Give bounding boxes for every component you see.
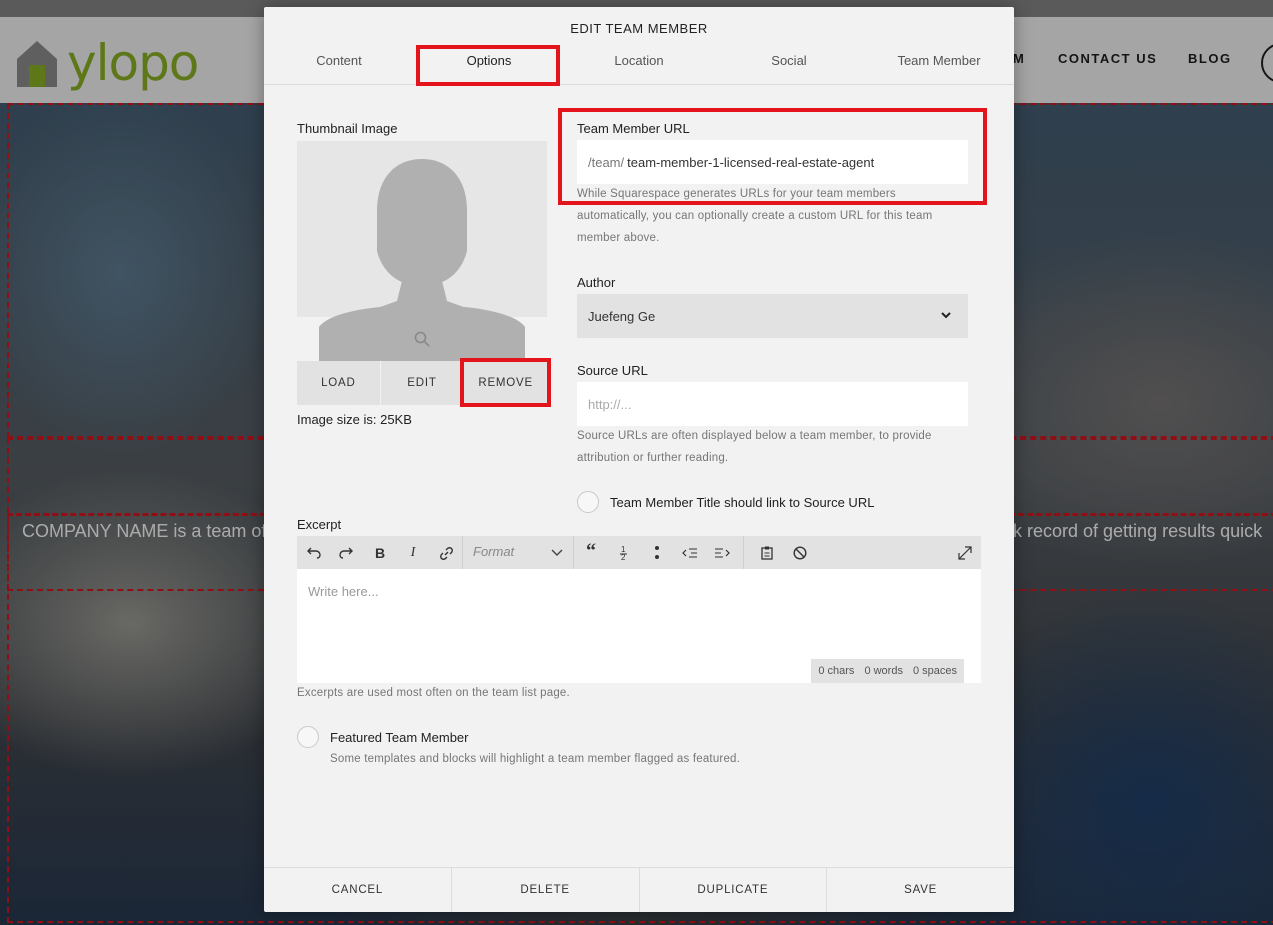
bold-icon[interactable]: B — [371, 544, 389, 562]
person-silhouette-icon — [352, 159, 492, 317]
source-url-help-text: Source URLs are often displayed below a … — [577, 430, 932, 464]
excerpt-editor[interactable]: Write here... 0 chars 0 words 0 spaces — [297, 569, 981, 683]
chevron-down-icon — [941, 312, 951, 319]
tab-location[interactable]: Location — [564, 53, 714, 69]
source-url-input[interactable]: http://... — [577, 382, 968, 426]
featured-help-text: Some templates and blocks will highlight… — [330, 753, 741, 765]
expand-fullscreen-icon[interactable] — [956, 544, 974, 562]
undo-icon[interactable] — [305, 544, 323, 562]
tab-bar: Content Options Location Social Team Mem… — [264, 53, 1014, 85]
toolbar-separator — [462, 536, 463, 569]
thumbnail-preview[interactable] — [297, 141, 547, 317]
url-help-text: While Squarespace generates URLs for you… — [577, 188, 933, 244]
author-select[interactable]: Juefeng Ge — [577, 294, 968, 338]
duplicate-button[interactable]: DUPLICATE — [640, 868, 828, 912]
link-to-source-label: Team Member Title should link to Source … — [610, 495, 875, 510]
paste-clipboard-icon[interactable] — [758, 544, 776, 562]
load-button[interactable]: LOAD — [297, 361, 381, 405]
author-value: Juefeng Ge — [588, 308, 656, 324]
format-dropdown-label[interactable]: Format — [473, 544, 514, 559]
toolbar-separator — [743, 536, 744, 569]
outdent-icon[interactable] — [681, 544, 699, 562]
featured-team-member-radio[interactable] — [297, 726, 319, 748]
featured-label: Featured Team Member — [330, 730, 469, 745]
highlight-box-remove — [460, 358, 551, 407]
unordered-list-icon[interactable] — [648, 544, 666, 562]
editor-placeholder: Write here... — [308, 584, 379, 599]
save-button[interactable]: SAVE — [827, 868, 1014, 912]
blockquote-icon[interactable]: “ — [582, 540, 600, 562]
zoom-search-icon[interactable] — [414, 331, 430, 347]
source-url-placeholder: http://... — [588, 396, 632, 412]
edit-button[interactable]: EDIT — [380, 361, 465, 405]
dialog-title: EDIT TEAM MEMBER — [570, 21, 708, 36]
highlight-box-options-tab — [416, 45, 560, 86]
link-icon[interactable] — [437, 544, 455, 562]
toolbar-separator — [573, 536, 574, 569]
excerpt-help-text: Excerpts are used most often on the team… — [297, 687, 570, 699]
dialog-footer: CANCEL DELETE DUPLICATE SAVE — [264, 867, 1014, 912]
source-url-label: Source URL — [577, 363, 648, 378]
word-counter: 0 chars 0 words 0 spaces — [811, 659, 964, 683]
author-label: Author — [577, 275, 616, 290]
char-count: 0 chars — [818, 665, 855, 677]
excerpt-label: Excerpt — [297, 517, 342, 532]
format-chevron-down-icon[interactable] — [548, 544, 566, 562]
image-size-text: Image size is: 25KB — [297, 412, 412, 427]
cancel-button[interactable]: CANCEL — [264, 868, 452, 912]
tab-team-member[interactable]: Team Member — [864, 53, 1014, 69]
delete-button[interactable]: DELETE — [452, 868, 640, 912]
link-to-source-radio[interactable] — [577, 491, 599, 513]
tab-social[interactable]: Social — [714, 53, 864, 69]
edit-team-member-dialog: EDIT TEAM MEMBER Content Options Locatio… — [264, 7, 1014, 912]
ordered-list-icon[interactable]: 12 — [615, 544, 633, 562]
space-count: 0 spaces — [912, 665, 957, 677]
clear-format-icon[interactable] — [791, 544, 809, 562]
redo-icon[interactable] — [337, 544, 355, 562]
thumbnail-label: Thumbnail Image — [297, 121, 398, 136]
word-count: 0 words — [864, 665, 903, 677]
tab-content[interactable]: Content — [264, 53, 414, 69]
indent-icon[interactable] — [713, 544, 731, 562]
editor-toolbar: B I Format “ 12 — [297, 536, 981, 569]
italic-icon[interactable]: I — [404, 544, 422, 562]
